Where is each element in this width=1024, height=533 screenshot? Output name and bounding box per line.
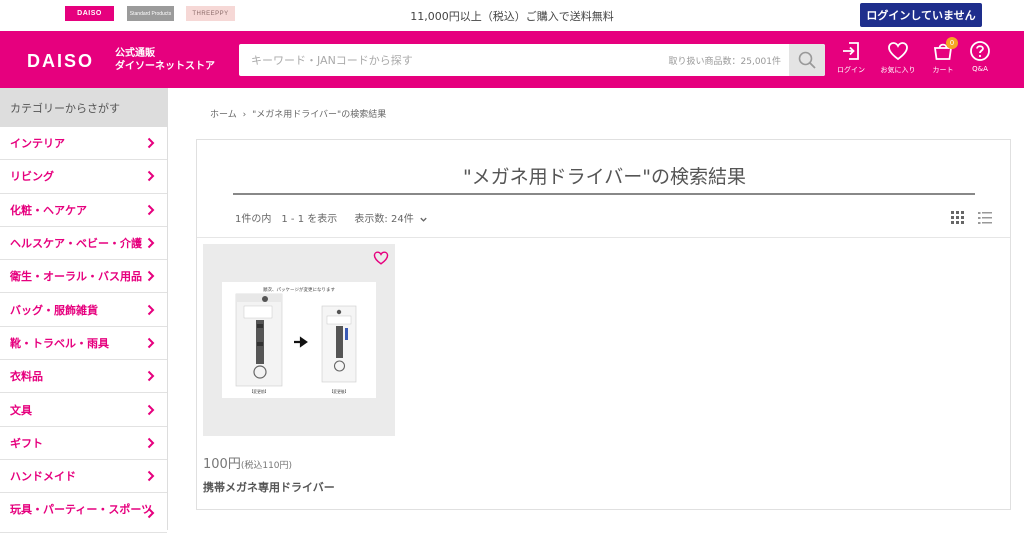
sidebar-heading: カテゴリーからさがす — [0, 88, 167, 127]
view-toggle — [951, 210, 993, 229]
chevron-right-icon — [147, 204, 155, 215]
product-image[interactable]: 順次、パッケージが変更になります 【変更前】 【変更後】 — [222, 282, 376, 398]
sidebar-item-label: 文具 — [10, 403, 32, 417]
sidebar-item-label: リビング — [10, 170, 54, 184]
grid-view-icon[interactable] — [951, 211, 965, 225]
favorite-heart-icon[interactable] — [373, 250, 389, 266]
sidebar-item-label: 玩具・パーティー・スポーツ — [10, 503, 153, 517]
heart-icon — [888, 42, 908, 61]
chevron-right-icon — [147, 304, 155, 315]
sidebar-item[interactable]: 玩具・パーティー・スポーツ — [0, 493, 167, 533]
sidebar-item[interactable]: リビング — [0, 160, 167, 194]
product-card[interactable]: 順次、パッケージが変更になります 【変更前】 【変更後】 — [203, 244, 395, 436]
result-count: 1件の内 1 - 1 を表示 — [235, 214, 338, 225]
sidebar-item[interactable]: 文具 — [0, 393, 167, 427]
chevron-right-icon — [147, 337, 155, 349]
chevron-right-icon — [147, 271, 155, 282]
sidebar-item-label: 衣料品 — [10, 370, 43, 384]
sidebar-item-label: 靴・トラベル・雨具 — [10, 336, 109, 350]
login-label: ログイン — [837, 66, 865, 74]
chevron-right-icon — [147, 171, 155, 182]
chevron-right-icon — [147, 371, 155, 382]
sidebar-item[interactable]: ギフト — [0, 427, 167, 460]
login-status-button[interactable]: ログインしていません — [860, 3, 982, 27]
header-help[interactable]: Q&A — [957, 40, 1003, 73]
sidebar-item[interactable]: インテリア — [0, 127, 167, 161]
price-tax: (税込110円) — [240, 461, 293, 471]
chevron-right-icon — [147, 404, 155, 415]
logo-sub-line1: 公式通販 — [115, 48, 155, 59]
breadcrumb-current: "メガネ用ドライバー"の検索結果 — [252, 110, 387, 120]
per-page-label: 表示数: 24件 — [354, 214, 414, 225]
panel-divider — [197, 237, 1010, 238]
chevron-down-icon — [420, 217, 427, 222]
label-before: 【変更前】 — [250, 389, 269, 394]
logo-sub-line2: ダイソーネットストア — [115, 61, 215, 72]
sidebar-item-label: 衛生・オーラル・バス用品 — [10, 270, 142, 284]
search-input[interactable] — [239, 44, 639, 76]
sidebar-item[interactable]: 靴・トラベル・雨具 — [0, 327, 167, 361]
help-label: Q&A — [972, 65, 988, 73]
favorites-label: お気に入り — [880, 66, 916, 74]
breadcrumb: ホーム › "メガネ用ドライバー"の検索結果 — [210, 107, 389, 120]
daiso-logo[interactable]: DAISO — [27, 51, 94, 72]
breadcrumb-home[interactable]: ホーム — [210, 110, 237, 120]
search-button[interactable] — [789, 44, 825, 76]
sidebar-item[interactable]: ハンドメイド — [0, 460, 167, 494]
sidebar-item[interactable]: 衛生・オーラル・バス用品 — [0, 260, 167, 294]
product-name[interactable]: 携帯メガネ専用ドライバー — [203, 479, 335, 495]
per-page-select[interactable]: 表示数: 24件 — [354, 214, 427, 225]
help-icon — [970, 41, 990, 61]
sidebar-item-label: インテリア — [10, 137, 65, 151]
login-icon — [843, 42, 859, 60]
chevron-right-icon — [147, 137, 155, 149]
chevron-right-icon — [147, 237, 155, 249]
logo-subtitle[interactable]: 公式通販 ダイソーネットストア — [115, 47, 215, 73]
chevron-right-icon — [147, 470, 155, 482]
sidebar-item[interactable]: 衣料品 — [0, 360, 167, 394]
category-sidebar: カテゴリーからさがす インテリアリビング化粧・ヘアケアヘルスケア・ベビー・介護衛… — [0, 88, 168, 533]
label-after: 【変更後】 — [330, 389, 349, 394]
result-meta: 1件の内 1 - 1 を表示 表示数: 24件 — [235, 210, 428, 225]
list-view-icon[interactable] — [978, 211, 993, 225]
top-bar: DAISO Standard Products THREEPPY 11,000円… — [0, 0, 1024, 31]
sidebar-item-label: ギフト — [10, 436, 43, 450]
search-icon — [798, 51, 816, 69]
page-title: "メガネ用ドライバー"の検索結果 — [462, 166, 747, 188]
sidebar-item[interactable]: 化粧・ヘアケア — [0, 194, 167, 227]
chevron-right-icon — [147, 437, 155, 449]
category-list: インテリアリビング化粧・ヘアケアヘルスケア・ベビー・介護 衛生・オーラル・バス用品… — [0, 127, 167, 533]
header-favorites[interactable]: お気に入り — [875, 40, 921, 75]
sidebar-item[interactable]: ヘルスケア・ベビー・介護 — [0, 227, 167, 261]
header-login[interactable]: ログイン — [828, 40, 874, 75]
sidebar-item-label: ハンドメイド — [10, 470, 76, 484]
search-bar: 取り扱い商品数：25,001件 — [239, 44, 825, 76]
site-header: DAISO 公式通販 ダイソーネットストア 取り扱い商品数：25,001件 ログ… — [0, 31, 1024, 88]
sidebar-item[interactable]: バッグ・服飾雑貨 — [0, 293, 167, 327]
results-panel: "メガネ用ドライバー"の検索結果 1件の内 1 - 1 を表示 表示数: 24件 — [196, 139, 1011, 510]
product-count: 取り扱い商品数：25,001件 — [668, 57, 782, 67]
breadcrumb-separator: › — [242, 110, 247, 120]
product-price: 100円(税込110円) — [203, 453, 292, 472]
image-caption: 順次、パッケージが変更になります — [263, 286, 335, 293]
price-value: 100円 — [203, 457, 241, 472]
sidebar-item-label: 化粧・ヘアケア — [10, 203, 87, 217]
chevron-right-icon — [147, 507, 155, 518]
title-underline — [233, 193, 975, 195]
sidebar-item-label: ヘルスケア・ベビー・介護 — [10, 237, 142, 251]
sidebar-item-label: バッグ・服飾雑貨 — [10, 303, 98, 317]
